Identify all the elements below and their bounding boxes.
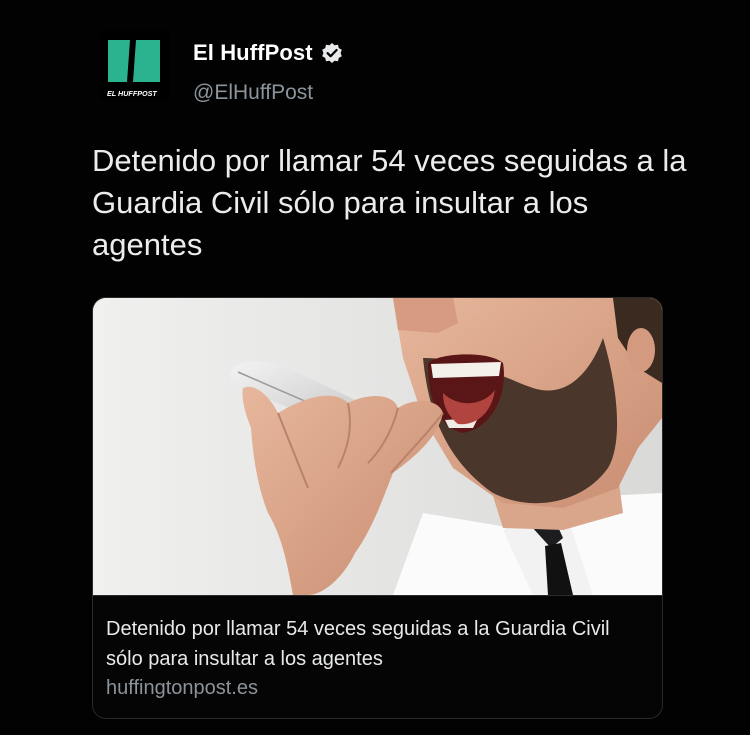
huffpost-logo-icon: EL HUFFPOST [100,30,170,100]
man-shouting-into-phone-photo-icon [93,298,662,595]
avatar[interactable]: EL HUFFPOST [100,30,170,100]
tweet: EL HUFFPOST El HuffPost @ElHuffPost Dete… [0,0,750,735]
author-name-row: El HuffPost [193,40,343,66]
tweet-text: Detenido por llamar 54 veces seguidas a … [92,143,687,262]
avatar-logo-text: EL HUFFPOST [107,89,157,98]
link-card[interactable]: Detenido por llamar 54 veces seguidas a … [92,297,663,719]
verified-badge-icon [321,42,343,64]
display-name[interactable]: El HuffPost [193,40,313,66]
card-domain[interactable]: huffingtonpost.es [106,677,258,700]
card-image[interactable] [93,298,662,595]
card-body[interactable]: Detenido por llamar 54 veces seguidas a … [93,595,662,718]
author-handle[interactable]: @ElHuffPost [193,81,313,105]
card-title[interactable]: Detenido por llamar 54 veces seguidas a … [106,614,646,674]
